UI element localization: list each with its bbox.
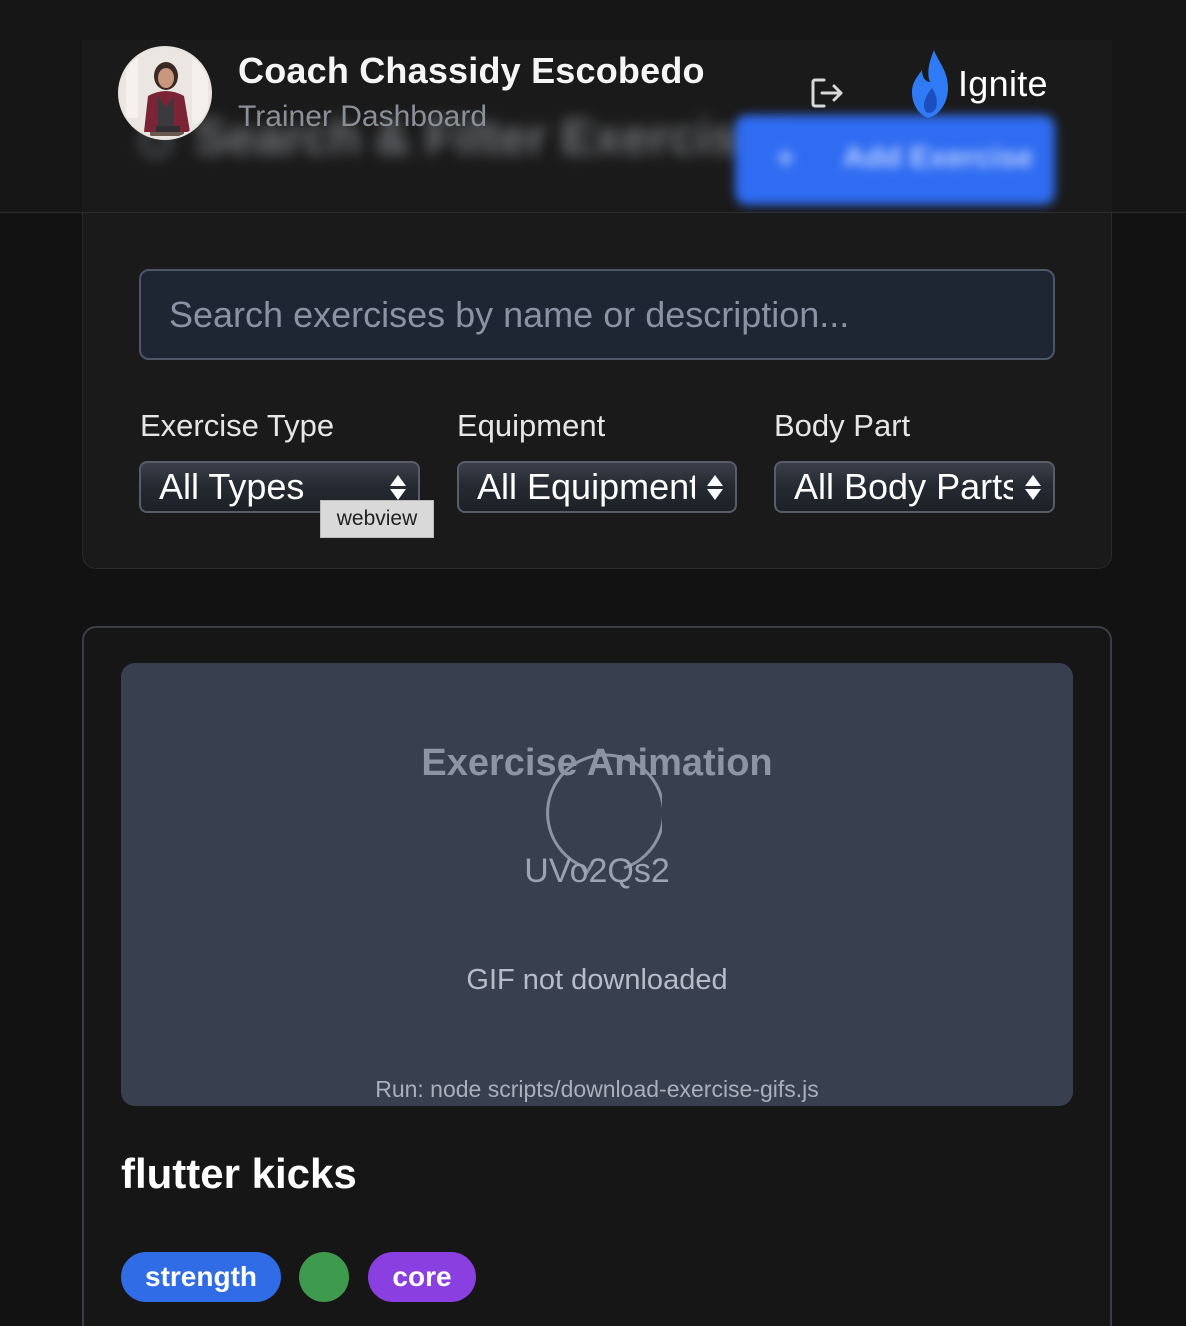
filter-card — [82, 213, 1112, 569]
avatar[interactable] — [118, 46, 212, 140]
equipment-label: Equipment — [457, 408, 606, 443]
animation-title: Exercise Animation — [421, 742, 773, 784]
page-subtitle: Trainer Dashboard — [238, 100, 488, 133]
animation-id: UVo2Qs2 — [524, 852, 670, 890]
tag-equipment — [299, 1252, 349, 1302]
tag-strength: strength — [121, 1252, 281, 1302]
body-part-label: Body Part — [774, 408, 911, 443]
add-exercise-button[interactable]: + Add Exercise — [735, 115, 1055, 205]
tag-core: core — [368, 1252, 476, 1302]
plus-icon: + — [775, 137, 797, 178]
equipment-select[interactable]: All Equipment — [457, 461, 737, 513]
search-input[interactable] — [139, 269, 1055, 360]
select-arrows-icon — [1013, 463, 1053, 511]
coach-name: Coach Chassidy Escobedo — [238, 50, 705, 91]
trainer-dashboard-page: Search & Filter Exercises + Add Exercise… — [0, 0, 1186, 1326]
webview-tooltip: webview — [320, 500, 434, 538]
select-arrows-icon — [695, 463, 735, 511]
download-hint: Run: node scripts/download-exercise-gifs… — [375, 1076, 819, 1102]
coach-photo — [120, 48, 210, 138]
exercise-name: flutter kicks — [121, 1150, 357, 1197]
brand-name: Ignite — [958, 63, 1048, 104]
exercise-type-label: Exercise Type — [140, 408, 335, 443]
flame-icon — [912, 50, 948, 118]
brand-logo[interactable]: Ignite — [908, 46, 1048, 122]
logout-icon[interactable] — [808, 74, 846, 112]
body-part-select[interactable]: All Body Parts — [774, 461, 1055, 513]
gif-status: GIF not downloaded — [466, 964, 728, 996]
